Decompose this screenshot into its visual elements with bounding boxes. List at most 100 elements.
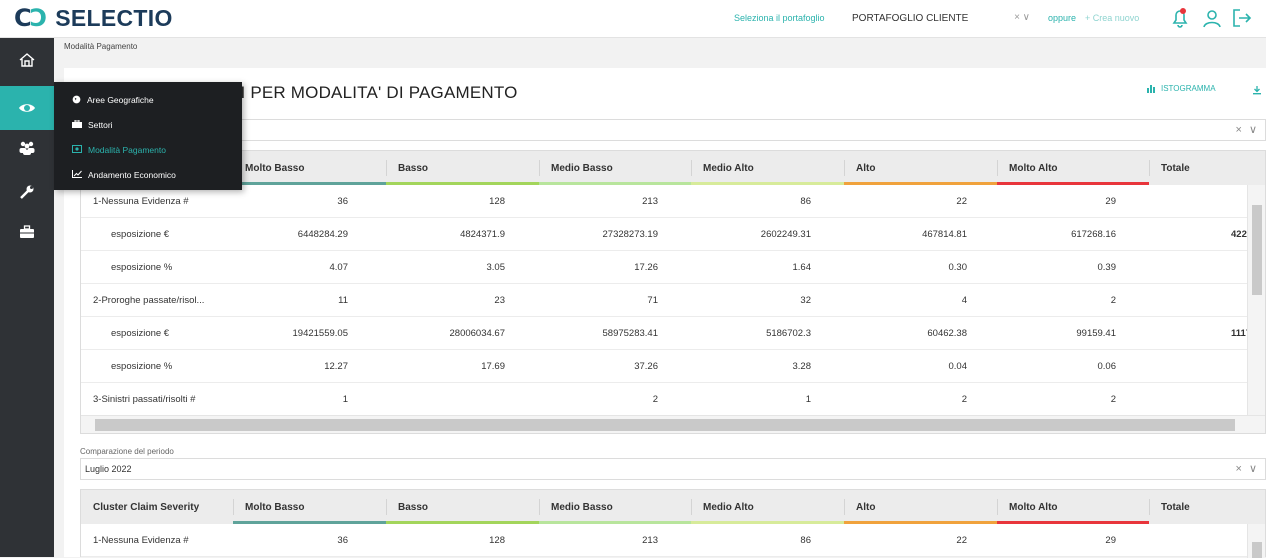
table-cell: 28006034.67 [449, 328, 505, 339]
column-divider [386, 160, 387, 176]
table-cell: 6448284.29 [297, 229, 348, 240]
table-cell: 0.06 [1097, 361, 1117, 372]
menu-item[interactable]: Modalità Pagamento [72, 140, 166, 160]
column-divider [1149, 160, 1150, 176]
table-row[interactable]: esposizione € 19421559.05 28006034.67 58975… [81, 317, 1256, 350]
sidebar-item-tools[interactable] [0, 170, 54, 214]
table-row[interactable]: esposizione € 6448284.29 4824371.9 27328273… [81, 218, 1252, 251]
sidebar-item-portfolio[interactable] [0, 210, 54, 254]
table-cell: 5186702.3 [766, 328, 811, 339]
horizontal-scrollbar[interactable] [81, 415, 1265, 433]
scrollbar-thumb[interactable] [1252, 205, 1262, 295]
column-header[interactable]: Molto Basso [233, 151, 386, 185]
period-select-controls[interactable]: × ∨ [1235, 462, 1259, 475]
column-divider [997, 499, 998, 515]
column-header[interactable]: Cluster Claim Severity [81, 490, 233, 524]
table-cell: 213 [642, 196, 658, 207]
table-row[interactable]: 1-Nessuna Evidenza # 36 128 213 86 22 29 [81, 185, 1247, 218]
breadcrumb: Modalità Pagamento [64, 42, 138, 51]
wrench-icon [20, 185, 34, 199]
table-cell: 58975283.41 [602, 328, 658, 339]
column-divider [691, 160, 692, 176]
table-row[interactable]: 1-Nessuna Evidenza # 36 128 213 86 22 29 [81, 524, 1247, 557]
table-cell: 0.30 [948, 262, 968, 273]
menu-item[interactable]: Aree Geografiche [72, 90, 154, 110]
row-label: esposizione € [111, 328, 170, 339]
create-new-link[interactable]: + Crea nuovo [1085, 13, 1139, 23]
table-cell: 0.39 [1097, 262, 1117, 273]
column-header[interactable]: Totale [1149, 151, 1266, 185]
table-cell: 4 [961, 295, 967, 306]
column-header[interactable]: Molto Basso [233, 490, 386, 524]
column-header[interactable]: Totale [1149, 490, 1266, 524]
logo[interactable]: CƆ SELECTIO [14, 4, 173, 32]
table-cell: 467814.81 [922, 229, 967, 240]
column-header[interactable]: Alto [844, 490, 997, 524]
table-cell: 128 [489, 196, 505, 207]
globe-icon [72, 95, 81, 106]
table-header: Cluster Claim SeverityMolto BassoBassoMe… [81, 490, 1265, 524]
users-icon [19, 141, 35, 155]
istogramma-button[interactable]: ISTOGRAMMA [1147, 84, 1216, 93]
column-divider [844, 160, 845, 176]
portfolio-select[interactable]: PORTAFOGLIO CLIENTE × ∨ [846, 4, 1034, 32]
table-row[interactable]: esposizione % 12.27 17.69 37.26 3.28 0.04 0.06 [81, 350, 1247, 383]
briefcase-icon [20, 225, 34, 238]
column-header[interactable]: Basso [386, 151, 539, 185]
column-header[interactable]: Alto [844, 151, 997, 185]
column-header[interactable]: Medio Basso [539, 151, 691, 185]
vertical-scrollbar[interactable] [1247, 524, 1265, 558]
column-header[interactable]: Basso [386, 490, 539, 524]
sidebar-item-analysis[interactable] [0, 86, 54, 130]
logout-icon[interactable] [1230, 6, 1254, 30]
portfolio-select-value: PORTAFOGLIO CLIENTE [852, 12, 969, 24]
logo-text: SELECTIO [55, 4, 173, 31]
home-icon [19, 53, 35, 67]
menu-item-label: Settori [88, 120, 113, 130]
column-header[interactable]: Medio Alto [691, 490, 844, 524]
column-divider [997, 160, 998, 176]
menu-item-label: Modalità Pagamento [88, 145, 166, 155]
sidebar-item-home[interactable] [0, 38, 54, 82]
row-label: esposizione € [111, 229, 170, 240]
user-icon[interactable] [1200, 6, 1224, 30]
portfolio-select-controls[interactable]: × ∨ [1014, 12, 1030, 23]
table-cell: 12.27 [324, 361, 348, 372]
column-divider [844, 499, 845, 515]
table-cell: 22 [956, 535, 967, 546]
table-cell: 4.07 [329, 262, 349, 273]
menu-item[interactable]: Andamento Economico [72, 165, 176, 185]
sidebar [0, 38, 54, 557]
period-select[interactable]: Luglio 2022 × ∨ [80, 458, 1266, 480]
column-header[interactable]: Medio Alto [691, 151, 844, 185]
bell-icon[interactable] [1168, 6, 1192, 30]
column-header[interactable]: Medio Basso [539, 490, 691, 524]
table-cell: 617268.16 [1071, 229, 1116, 240]
table-cell: 27328273.19 [602, 229, 658, 240]
column-divider [539, 160, 540, 176]
eye-icon [19, 104, 35, 112]
download-icon[interactable] [1252, 82, 1262, 100]
comparison-label: Comparazione del periodo [80, 447, 174, 456]
table-cell: 71 [647, 295, 658, 306]
chart-line-icon [72, 170, 82, 180]
filter-select[interactable]: × ∨ [80, 119, 1266, 141]
filter-select-controls[interactable]: × ∨ [1235, 123, 1259, 136]
table-cell: 0.04 [948, 361, 968, 372]
table-row[interactable]: esposizione % 4.07 3.05 17.26 1.64 0.30 0.39 [81, 251, 1247, 284]
menu-item[interactable]: Settori [72, 115, 113, 135]
column-header[interactable]: Molto Alto [997, 151, 1149, 185]
table-cell: 1 [805, 394, 811, 405]
column-header[interactable]: Molto Alto [997, 490, 1149, 524]
portfolio-label: Seleziona il portafoglio [734, 13, 825, 23]
table-cell: 1 [342, 394, 348, 405]
scrollbar-thumb[interactable] [1252, 542, 1262, 558]
vertical-scrollbar[interactable] [1247, 185, 1265, 417]
sidebar-item-users[interactable] [0, 126, 54, 170]
table-row[interactable]: 2-Proroghe passate/risol... 11 23 71 32 4 2 [81, 284, 1247, 317]
table-cell: 32 [800, 295, 811, 306]
scrollbar-thumb[interactable] [95, 419, 1235, 431]
data-table-2: Cluster Claim Severity Molto Basso Basso Me… [80, 489, 1266, 558]
table-row[interactable]: 3-Sinistri passati/risolti # 1 2 1 2 2 [81, 383, 1247, 416]
table-cell: 29 [1105, 196, 1116, 207]
